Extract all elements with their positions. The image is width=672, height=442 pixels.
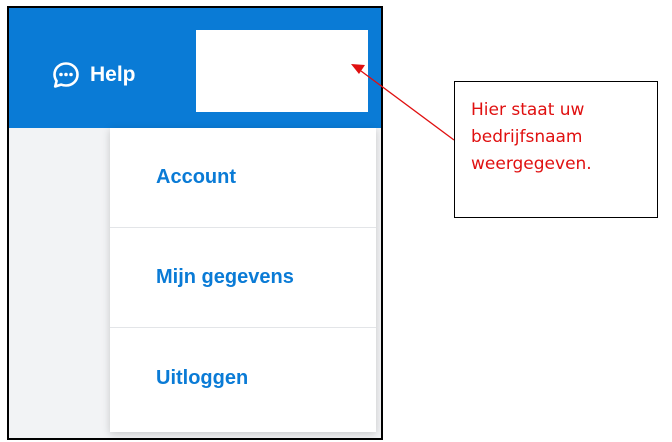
- chat-bubble-ellipsis-icon: [51, 60, 81, 90]
- menu-item-label: Uitloggen: [156, 366, 249, 389]
- help-link[interactable]: Help: [51, 58, 136, 92]
- menu-item-label: Account: [156, 166, 236, 188]
- help-label: Help: [90, 63, 136, 86]
- user-dropdown-menu: Account Mijn gegevens Uitloggen: [110, 128, 376, 432]
- header-bar: Help: [9, 8, 381, 128]
- menu-item-mijn-gegevens[interactable]: Mijn gegevens: [110, 228, 376, 328]
- company-name-box: [196, 30, 368, 112]
- annotation-text: Hier staat uw bedrijfsnaam weergegeven.: [471, 100, 592, 174]
- menu-item-account[interactable]: Account: [110, 128, 376, 228]
- annotation-callout: Hier staat uw bedrijfsnaam weergegeven.: [454, 81, 658, 218]
- screenshot-frame: Help Account Mijn gegevens Uitloggen: [7, 6, 383, 440]
- menu-item-uitloggen[interactable]: Uitloggen: [110, 328, 376, 428]
- menu-item-label: Mijn gegevens: [156, 266, 294, 288]
